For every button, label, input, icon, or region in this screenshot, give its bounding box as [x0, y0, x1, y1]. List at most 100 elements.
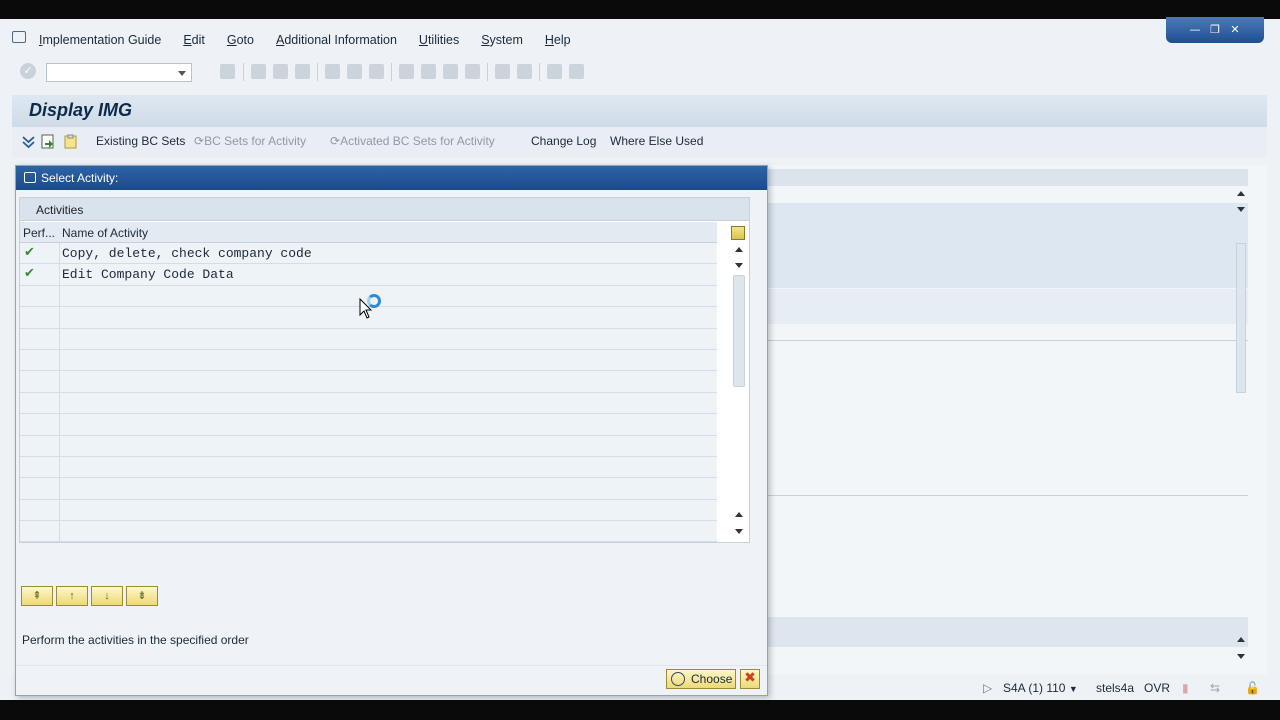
menu-system[interactable]: System: [481, 33, 523, 47]
help-icon[interactable]: [547, 64, 562, 79]
move-last-icon[interactable]: ⇟: [126, 586, 158, 606]
exit-icon[interactable]: [273, 64, 288, 79]
first-page-icon[interactable]: [399, 64, 414, 79]
checkmark-icon: ✔: [24, 245, 35, 260]
scroll-up-icon[interactable]: [1237, 191, 1245, 196]
system-info[interactable]: S4A (1) 110 ▼: [1003, 681, 1078, 695]
menu-help[interactable]: Help: [545, 33, 571, 47]
dialog-titlebar[interactable]: Select Activity:: [16, 166, 767, 190]
activity-name-cell: Edit Company Code Data: [62, 267, 234, 283]
table-settings-icon[interactable]: [731, 226, 745, 240]
toolbar-separator: [317, 63, 318, 81]
previous-page-icon[interactable]: [421, 64, 436, 79]
system-menu-icon[interactable]: [12, 31, 26, 43]
bc-sets-for-activity-button[interactable]: ⟳BC Sets for Activity: [194, 134, 306, 148]
table-row[interactable]: ✔ Copy, delete, check company code: [20, 243, 717, 265]
table-row[interactable]: [20, 478, 717, 500]
column-header-name[interactable]: Name of Activity: [62, 226, 148, 240]
divider: [768, 495, 1248, 496]
bc-set-icon: ⟳: [194, 134, 205, 148]
divider: [768, 340, 1248, 341]
choose-button[interactable]: Choose: [666, 669, 736, 689]
menu-bar: Implementation Guide Edit Goto Additiona…: [0, 27, 1280, 55]
table-row[interactable]: [20, 499, 717, 522]
table-row[interactable]: [20, 392, 717, 415]
application-toolbar: Existing BC Sets ⟳BC Sets for Activity ⟳…: [12, 127, 1267, 157]
performed-cell: [20, 499, 60, 521]
menu-edit[interactable]: Edit: [183, 33, 205, 47]
scroll-up-icon[interactable]: [735, 247, 743, 252]
enter-check-icon[interactable]: ✓: [20, 63, 36, 79]
tree-footer: [768, 617, 1248, 647]
layout-menu-icon[interactable]: [569, 64, 584, 79]
release-notes-icon[interactable]: [63, 134, 78, 149]
tree-header: [768, 169, 1248, 186]
move-down-icon[interactable]: ↓: [91, 586, 123, 606]
command-field[interactable]: [46, 63, 192, 82]
select-activity-dialog: Select Activity: Activities Perf... Name…: [15, 165, 768, 696]
back-icon[interactable]: [251, 64, 266, 79]
create-session-icon[interactable]: [495, 64, 510, 79]
performance-icon[interactable]: ▮: [1182, 681, 1189, 695]
find-icon[interactable]: [347, 64, 362, 79]
documentation-icon[interactable]: [41, 134, 56, 149]
table-title: Activities: [36, 203, 84, 217]
cancel-button[interactable]: ✖: [740, 669, 760, 689]
cancel-icon[interactable]: [295, 64, 310, 79]
table-row[interactable]: [20, 349, 717, 372]
table-row[interactable]: [20, 328, 717, 350]
menu-implementation-guide[interactable]: Implementation Guide: [39, 33, 161, 47]
existing-bc-sets-button[interactable]: Existing BC Sets: [96, 134, 185, 148]
performed-cell: [20, 349, 60, 371]
dialog-hint: Perform the activities in the specified …: [22, 633, 249, 647]
tree-scrollbar[interactable]: [1235, 185, 1247, 665]
scroll-down-icon[interactable]: [1237, 207, 1245, 212]
insert-mode[interactable]: OVR: [1144, 681, 1170, 695]
choose-label: Choose: [691, 672, 733, 686]
table-row[interactable]: [20, 414, 717, 436]
menu-additional-information[interactable]: Additional Information: [276, 33, 397, 47]
performed-cell: [20, 371, 60, 392]
dialog-menu-icon[interactable]: [24, 172, 36, 183]
table-row[interactable]: [20, 435, 717, 457]
table-row[interactable]: [20, 521, 717, 543]
print-icon[interactable]: [325, 64, 340, 79]
dialog-title: Select Activity:: [41, 171, 119, 185]
save-icon[interactable]: [220, 64, 235, 79]
expand-all-icon[interactable]: [21, 134, 36, 149]
scroll-down-icon[interactable]: [735, 529, 743, 534]
lock-icon[interactable]: 🔓: [1245, 681, 1260, 695]
scroll-thumb[interactable]: [733, 275, 745, 387]
menu-utilities[interactable]: Utilities: [419, 33, 459, 47]
activated-bc-sets-button[interactable]: ⟳Activated BC Sets for Activity: [330, 134, 495, 148]
scroll-thumb[interactable]: [1236, 243, 1246, 393]
last-page-icon[interactable]: [465, 64, 480, 79]
table-scrollbar[interactable]: [732, 245, 746, 541]
status-expand-icon[interactable]: ▷: [983, 681, 992, 695]
change-log-button[interactable]: Change Log: [531, 134, 596, 148]
connection-icon[interactable]: ⇆: [1210, 681, 1220, 695]
order-buttons: ⇞ ↑ ↓ ⇟: [21, 586, 158, 606]
system-info-label: S4A (1) 110: [1003, 681, 1066, 695]
scroll-down-icon[interactable]: [1237, 654, 1245, 659]
scroll-down-icon[interactable]: [735, 263, 743, 268]
title-bar: Display IMG: [12, 95, 1267, 127]
performed-cell: [20, 307, 60, 328]
move-up-icon[interactable]: ↑: [56, 586, 88, 606]
toolbar-separator: [243, 63, 244, 81]
move-first-icon[interactable]: ⇞: [21, 586, 53, 606]
menu-goto[interactable]: Goto: [227, 33, 254, 47]
scroll-up-icon[interactable]: [735, 512, 743, 517]
chevron-down-icon: ▼: [1068, 684, 1078, 694]
find-next-icon[interactable]: [369, 64, 384, 79]
performed-cell: ✔: [20, 243, 60, 264]
table-row[interactable]: ✔ Edit Company Code Data: [20, 264, 717, 286]
table-row[interactable]: [20, 456, 717, 479]
shortcut-icon[interactable]: [517, 64, 532, 79]
next-page-icon[interactable]: [443, 64, 458, 79]
scroll-up-icon[interactable]: [1237, 637, 1245, 642]
column-header-performed[interactable]: Perf...: [23, 226, 55, 240]
where-else-used-button[interactable]: Where Else Used: [610, 134, 703, 148]
performed-cell: [20, 392, 60, 414]
table-row[interactable]: [20, 371, 717, 393]
